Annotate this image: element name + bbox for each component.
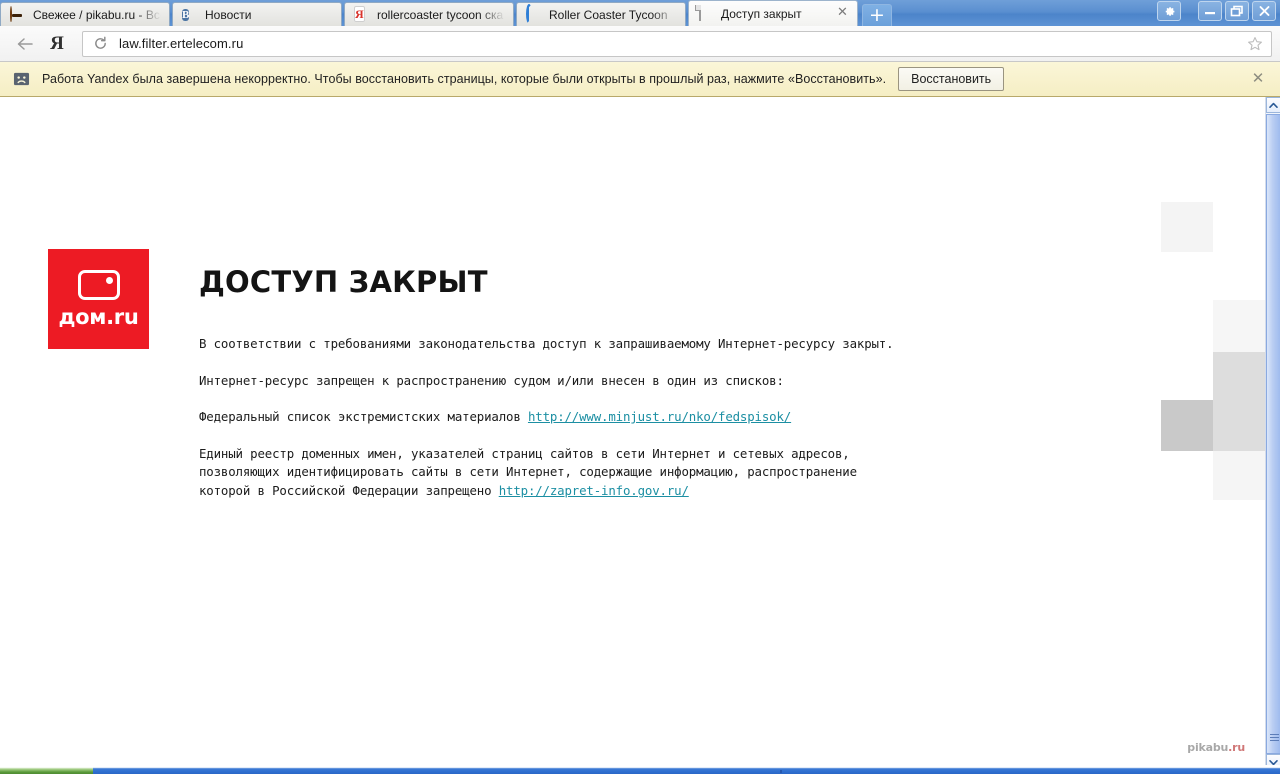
paragraph-2: Интернет-ресурс запрещен к распространен… bbox=[199, 372, 899, 391]
session-restore-infobar: Работа Yandex была завершена некорректно… bbox=[0, 62, 1280, 97]
watermark-name: pikabu bbox=[1187, 741, 1228, 754]
window-controls bbox=[1157, 1, 1276, 21]
start-button-edge[interactable] bbox=[0, 765, 93, 774]
yandex-favicon-glyph: Я bbox=[354, 6, 365, 22]
browser-tab-2[interactable]: B Новости bbox=[172, 2, 342, 26]
navigation-toolbar: Я law.filter.ertelecom.ru bbox=[0, 26, 1280, 62]
render-artifact-block bbox=[1161, 400, 1213, 451]
vertical-scrollbar[interactable] bbox=[1265, 97, 1280, 770]
browser-tab-3[interactable]: Я rollercoaster tycoon ска bbox=[344, 2, 514, 26]
tab-label: Доступ закрыт bbox=[721, 7, 829, 21]
scrollbar-thumb[interactable] bbox=[1266, 114, 1280, 754]
restore-button[interactable] bbox=[1225, 1, 1249, 21]
taskbar-edge[interactable] bbox=[0, 765, 1280, 774]
gear-icon[interactable] bbox=[1157, 1, 1181, 21]
render-artifact-block bbox=[1213, 300, 1265, 352]
browser-tab-5-active[interactable]: Доступ закрыт ✕ bbox=[688, 0, 858, 26]
tv-screen-icon bbox=[78, 270, 120, 300]
taskbar-strip[interactable] bbox=[93, 765, 1280, 774]
scrollbar-grip bbox=[1270, 734, 1279, 743]
browser-window: Свежее / pikabu.ru - Все B Новости Я rol… bbox=[0, 0, 1280, 774]
vk-favicon: B bbox=[182, 7, 198, 23]
pikabu-watermark: pikabu.ru bbox=[1187, 741, 1245, 754]
tab-label: rollercoaster tycoon ска bbox=[377, 8, 505, 22]
vk-favicon-glyph: B bbox=[182, 9, 189, 21]
logo-brand-text: дом.ru bbox=[58, 306, 138, 328]
pikabu-favicon bbox=[10, 7, 26, 23]
restore-session-button[interactable]: Восстановить bbox=[898, 67, 1004, 91]
url-input[interactable]: law.filter.ertelecom.ru bbox=[111, 36, 1243, 51]
address-bar[interactable]: law.filter.ertelecom.ru bbox=[82, 31, 1272, 57]
render-artifact-block bbox=[1161, 202, 1213, 252]
new-tab-button[interactable]: + bbox=[862, 4, 892, 26]
domru-logo: дом.ru bbox=[48, 249, 149, 349]
sad-face-icon bbox=[12, 70, 30, 88]
taskbar-divider bbox=[780, 770, 782, 773]
close-window-button[interactable] bbox=[1252, 1, 1276, 21]
close-icon[interactable]: ✕ bbox=[836, 7, 849, 20]
minimize-button[interactable] bbox=[1198, 1, 1222, 21]
scroll-up-button[interactable] bbox=[1266, 97, 1280, 113]
yandex-favicon: Я bbox=[354, 7, 370, 23]
paragraph-4: Единый реестр доменных имен, указателей … bbox=[199, 445, 899, 501]
watermark-suffix: .ru bbox=[1228, 741, 1245, 754]
yandex-logo-icon[interactable]: Я bbox=[40, 30, 74, 58]
fedspisok-link[interactable]: http://www.minjust.ru/nko/fedspisok/ bbox=[528, 409, 791, 424]
tab-label: Roller Coaster Tycoon bbox=[549, 8, 677, 22]
tab-strip: Свежее / pikabu.ru - Все B Новости Я rol… bbox=[0, 0, 1280, 26]
back-arrow-icon[interactable] bbox=[10, 30, 40, 58]
render-artifact-block bbox=[1213, 352, 1265, 451]
zapret-info-link[interactable]: http://zapret-info.gov.ru/ bbox=[499, 483, 689, 498]
page-favicon bbox=[698, 6, 714, 22]
render-artifact-block bbox=[1213, 451, 1265, 500]
reload-icon[interactable] bbox=[89, 33, 111, 55]
page-body-text: В соответствии с требованиями законодате… bbox=[199, 335, 899, 501]
paragraph-1: В соответствии с требованиями законодате… bbox=[199, 335, 899, 354]
paragraph-3-text: Федеральный список экстремистских матери… bbox=[199, 409, 528, 424]
tab-label: Свежее / pikabu.ru - Все bbox=[33, 8, 161, 22]
tv-dot-icon bbox=[106, 277, 113, 284]
page-title: ДОСТУП ЗАКРЫТ bbox=[199, 265, 488, 299]
infobar-message: Работа Yandex была завершена некорректно… bbox=[42, 72, 886, 86]
page-viewport: дом.ru ДОСТУП ЗАКРЫТ В соответствии с тр… bbox=[0, 97, 1280, 770]
crescent-favicon bbox=[526, 7, 542, 23]
paragraph-3: Федеральный список экстремистских матери… bbox=[199, 408, 899, 427]
tab-label: Новости bbox=[205, 8, 333, 22]
star-icon[interactable] bbox=[1243, 33, 1267, 55]
close-icon[interactable]: ✕ bbox=[1250, 71, 1266, 87]
browser-tab-1[interactable]: Свежее / pikabu.ru - Все bbox=[0, 2, 170, 26]
page-content: дом.ru ДОСТУП ЗАКРЫТ В соответствии с тр… bbox=[0, 97, 1265, 755]
browser-tab-4[interactable]: Roller Coaster Tycoon bbox=[516, 2, 686, 26]
